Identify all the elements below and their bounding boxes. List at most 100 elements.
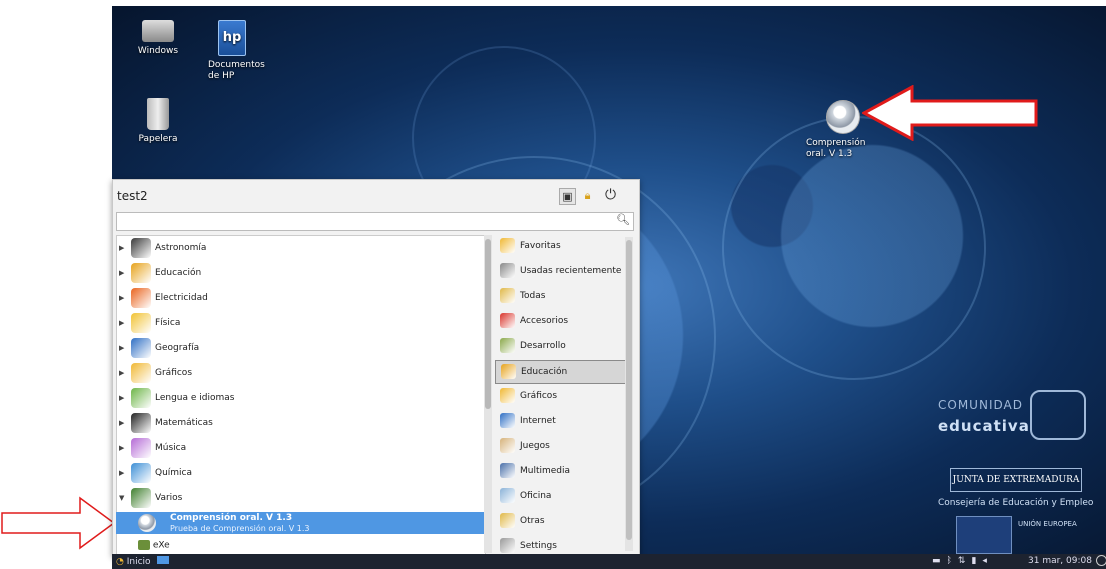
network-icon[interactable]: ▬	[932, 556, 947, 566]
filter-icon	[500, 238, 515, 253]
battery-icon[interactable]: ▮	[971, 556, 982, 566]
collapsed-arrow-icon[interactable]: ▶	[119, 469, 124, 477]
drive-icon	[142, 20, 174, 42]
start-button[interactable]: ◔ Inicio	[116, 556, 170, 567]
collapsed-arrow-icon[interactable]: ▶	[119, 419, 124, 427]
category-icon	[131, 488, 151, 508]
filter-label: Gráficos	[520, 391, 558, 401]
collapsed-arrow-icon[interactable]: ▶	[119, 244, 124, 252]
category-item[interactable]: ▶ Gráficos	[117, 361, 485, 386]
brand-union: UNIÓN EUROPEA	[1018, 520, 1077, 528]
start-label: Inicio	[126, 557, 151, 567]
category-item[interactable]: ▶ Física	[117, 311, 485, 336]
category-label: Varios	[155, 493, 183, 503]
collapsed-arrow-icon[interactable]: ▶	[119, 394, 124, 402]
category-item[interactable]: ▶ Educación	[117, 261, 485, 286]
category-item[interactable]: ▶ Geografía	[117, 336, 485, 361]
filter-item[interactable]: Multimedia	[495, 460, 625, 482]
category-item[interactable]: ▼ Varios	[117, 486, 485, 511]
filter-item[interactable]: Gráficos	[495, 385, 625, 407]
desktop-icon-papelera[interactable]: Papelera	[122, 98, 194, 145]
transfer-icon[interactable]: ⇅	[958, 556, 972, 566]
taskbar: ◔ Inicio ▬ᛒ⇅▮◂ 31 mar, 09:08	[112, 554, 1106, 569]
filter-icon	[500, 413, 515, 428]
category-label: Matemáticas	[155, 418, 213, 428]
category-scrollbar[interactable]	[484, 235, 492, 553]
collapsed-arrow-icon[interactable]: ▶	[119, 369, 124, 377]
category-item[interactable]: ▶ Astronomía	[117, 236, 485, 261]
category-label: Astronomía	[155, 243, 207, 253]
volume-icon[interactable]: ◂	[982, 556, 993, 566]
category-label: Electricidad	[155, 293, 208, 303]
filter-label: Todas	[520, 291, 546, 301]
filter-item[interactable]: Accesorios	[495, 310, 625, 332]
category-label: Geografía	[155, 343, 200, 353]
lock-icon[interactable]: 🔒︎	[580, 188, 595, 203]
app-item-exe[interactable]: eXe	[138, 540, 170, 551]
filter-item[interactable]: Otras	[495, 510, 625, 532]
exe-app-icon	[138, 540, 150, 550]
category-icon	[131, 413, 151, 433]
category-icon	[131, 338, 151, 358]
app-item-title: Comprensión oral. V 1.3	[170, 513, 293, 523]
scrollbar-thumb[interactable]	[626, 240, 632, 540]
category-item[interactable]: ▶ Lengua e idiomas	[117, 386, 485, 411]
clock[interactable]: 31 mar, 09:08	[1028, 556, 1092, 566]
category-item[interactable]: ▶ Música	[117, 436, 485, 461]
filter-item[interactable]: Usadas recientemente	[495, 260, 625, 282]
filter-icon	[501, 364, 516, 379]
filter-item[interactable]: Oficina	[495, 485, 625, 507]
filter-icon	[500, 288, 515, 303]
brand-consejeria: Consejería de Educación y Empleo	[938, 498, 1094, 508]
category-icon	[131, 263, 151, 283]
power-icon[interactable]: ⏻	[603, 188, 618, 203]
desktop-icon-label: Comprensión oral. V 1.3	[806, 138, 866, 159]
application-menu: test2 ▣ 🔒︎ ⏻ 🔍︎ ▶ Astronomía ▶ Educación ▶ El…	[112, 179, 640, 556]
category-icon	[131, 388, 151, 408]
filter-label: Otras	[520, 516, 545, 526]
collapsed-arrow-icon[interactable]: ▶	[119, 344, 124, 352]
disc-app-icon	[826, 100, 860, 134]
filter-list: Favoritas Usadas recientemente Todas Acceso…	[495, 235, 635, 553]
app-item-subtitle: Prueba de Comprensión oral. V 1.3	[170, 524, 310, 533]
filter-item[interactable]: Educación	[495, 360, 627, 384]
filter-item[interactable]: Todas	[495, 285, 625, 307]
category-icon	[131, 288, 151, 308]
comunidad-logo-icon	[1030, 390, 1086, 440]
system-tray: ▬ᛒ⇅▮◂	[932, 556, 993, 566]
category-icon	[131, 438, 151, 458]
filter-item[interactable]: Desarrollo	[495, 335, 625, 357]
filter-scrollbar[interactable]	[625, 237, 633, 551]
session-icon[interactable]	[1096, 555, 1106, 566]
category-item[interactable]: ▶ Química	[117, 461, 485, 486]
filter-label: Desarrollo	[520, 341, 566, 351]
app-item-comprension[interactable]: Comprensión oral. V 1.3 Prueba de Compre…	[116, 512, 484, 534]
search-input[interactable]: 🔍︎	[116, 212, 634, 231]
collapsed-arrow-icon[interactable]: ▶	[119, 269, 124, 277]
category-item[interactable]: ▶ Electricidad	[117, 286, 485, 311]
collapsed-arrow-icon[interactable]: ▶	[119, 294, 124, 302]
window-manager-icon[interactable]: ▣	[559, 188, 576, 205]
disc-app-icon	[138, 514, 156, 532]
filter-icon	[500, 513, 515, 528]
desktop-icon-hp-docs[interactable]: hp Documentos de HP	[194, 20, 265, 82]
scrollbar-thumb[interactable]	[485, 239, 491, 409]
collapsed-arrow-icon[interactable]: ▶	[119, 444, 124, 452]
desktop-icon-windows[interactable]: Windows	[122, 20, 194, 57]
category-label: Lengua e idiomas	[155, 393, 235, 403]
filter-item[interactable]: Internet	[495, 410, 625, 432]
filter-item[interactable]: Favoritas	[495, 235, 625, 257]
category-label: Química	[155, 468, 193, 478]
category-item[interactable]: ▶ Matemáticas	[117, 411, 485, 436]
collapsed-arrow-icon[interactable]: ▶	[119, 319, 124, 327]
filter-item[interactable]: Juegos	[495, 435, 625, 457]
filter-label: Favoritas	[520, 241, 561, 251]
filter-item[interactable]: Settings	[495, 535, 625, 553]
desktop-icon-label: Windows	[137, 46, 179, 56]
app-item-title: eXe	[152, 540, 170, 551]
expanded-arrow-icon[interactable]: ▼	[119, 494, 124, 502]
filter-label: Juegos	[520, 441, 550, 451]
outline-arrow-right-icon	[1, 496, 116, 550]
bluetooth-icon[interactable]: ᛒ	[947, 556, 958, 566]
desktop-icon-label: Documentos de HP	[208, 60, 265, 81]
